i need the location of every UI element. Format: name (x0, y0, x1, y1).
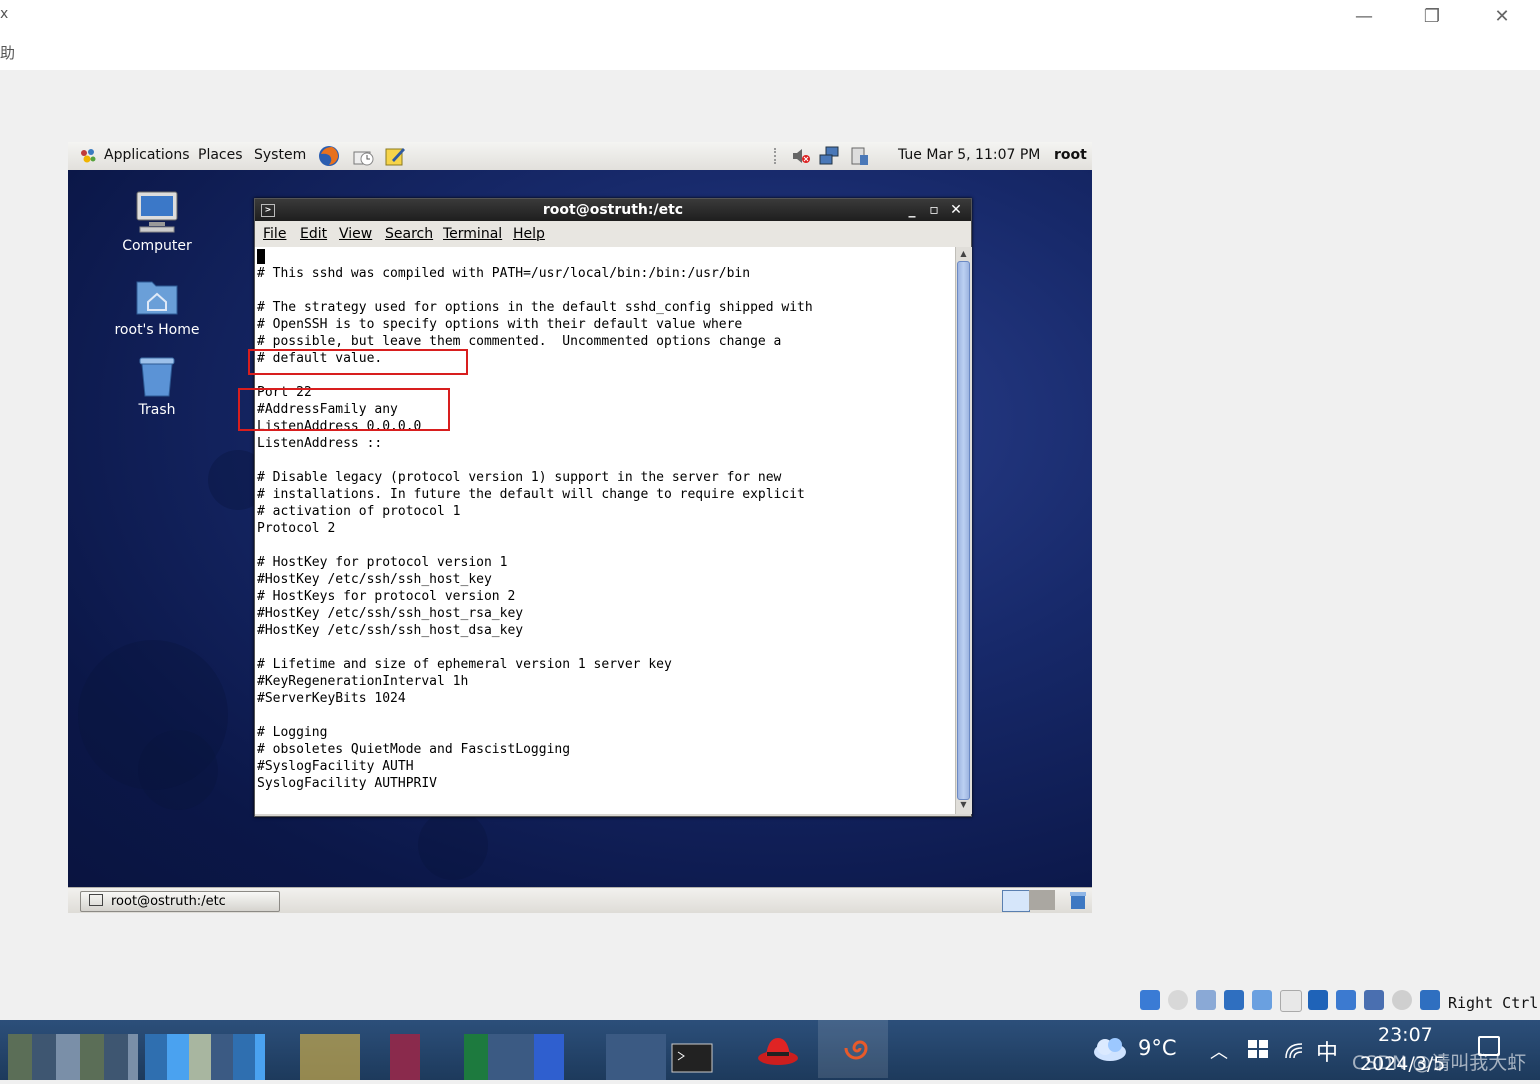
windows-taskbar: 9°C ︿ 中 23:07 2024/3/5 CSDN @请叫我大虾 (0, 1020, 1540, 1080)
pixelated-app-icons[interactable] (606, 1034, 666, 1080)
video-capture-icon[interactable] (1336, 990, 1356, 1010)
taskbar-window-label: root@ostruth:/etc (111, 894, 226, 909)
minimize-icon[interactable]: _ (905, 199, 919, 221)
pixelated-app-icons[interactable] (8, 1034, 138, 1080)
firefox-icon[interactable] (318, 145, 340, 167)
keyboard-capture-icon[interactable] (1420, 990, 1440, 1010)
annotation-box-port (248, 349, 468, 375)
notes-edit-icon[interactable] (384, 145, 406, 167)
home-folder-icon (134, 274, 180, 318)
desktop-icon-home[interactable]: root's Home (107, 274, 207, 338)
text-cursor (257, 249, 265, 268)
terminal-app-icon: > (261, 204, 275, 217)
weather-temp[interactable]: 9°C (1138, 1036, 1177, 1060)
vt-x-icon[interactable] (1364, 990, 1384, 1010)
shared-folders-icon[interactable] (1280, 990, 1302, 1012)
display-icon[interactable] (1308, 990, 1328, 1010)
taskbar-time[interactable]: 23:07 (1378, 1024, 1433, 1046)
host-key-label: Right Ctrl (1448, 994, 1539, 1012)
desktop-icon-trash[interactable]: Trash (107, 354, 207, 418)
host-edge-label: 助 (0, 44, 16, 62)
host-minimize-button[interactable]: — (1344, 6, 1384, 28)
desktop-icon-computer[interactable]: Computer (107, 190, 207, 254)
network-icon[interactable] (818, 145, 840, 167)
desktop-icon-label: root's Home (114, 322, 200, 338)
clipboard-update-icon[interactable] (848, 145, 870, 167)
terminal-icon (89, 894, 103, 906)
terminal-menu-search[interactable]: Search (385, 226, 433, 242)
terminal-menu-help[interactable]: Help (513, 226, 545, 242)
redhat-icon[interactable] (754, 1028, 802, 1072)
vm-screen[interactable]: Applications Places System Tue Mar 5, 11… (68, 142, 1092, 913)
tray-chevron-icon[interactable]: ︿ (1210, 1038, 1228, 1064)
panel-user[interactable]: root (1054, 147, 1087, 163)
maximize-icon[interactable]: ▫ (927, 199, 941, 221)
terminal-menu-file[interactable]: File (263, 226, 286, 242)
annotation-box-listenaddress (238, 388, 450, 431)
menu-places[interactable]: Places (198, 147, 243, 163)
host-window-titlebar: x 助 — ❐ ✕ (0, 0, 1540, 70)
scroll-thumb[interactable] (957, 261, 970, 800)
active-taskbar-item[interactable] (818, 1020, 888, 1078)
pixelated-app-icons[interactable] (300, 1034, 360, 1080)
trash-applet-icon[interactable] (1068, 890, 1088, 910)
optical-drive-icon[interactable] (1168, 990, 1188, 1010)
gnome-bottom-panel: root@ostruth:/etc (68, 887, 1092, 913)
gnome-desktop[interactable]: Computer root's Home Trash > root@ostrut… (68, 170, 1092, 887)
taskbar-window-button[interactable]: root@ostruth:/etc (80, 891, 280, 912)
virtualbox-status-bar: Right Ctrl (1138, 988, 1540, 1018)
trash-icon (134, 354, 180, 398)
terminal-scrollbar[interactable]: ▲ ▼ (955, 247, 972, 814)
terminal-menu-terminal[interactable]: Terminal (443, 226, 502, 242)
volume-muted-icon[interactable] (790, 145, 812, 167)
terminal-titlebar[interactable]: > root@ostruth:/etc _ ▫ ✕ (255, 199, 971, 221)
windows-icon[interactable] (1248, 1038, 1268, 1060)
scroll-up-icon[interactable]: ▲ (958, 249, 969, 259)
panel-separator (774, 148, 780, 164)
mouse-integration-icon[interactable] (1392, 990, 1412, 1010)
ime-indicator[interactable]: 中 (1316, 1035, 1338, 1067)
workspace-1[interactable] (1002, 890, 1030, 912)
terminal-text-area[interactable]: # This sshd was compiled with PATH=/usr/… (255, 247, 955, 814)
gnome-foot-icon[interactable] (78, 146, 98, 166)
wallpaper-bubble (418, 810, 488, 880)
weather-cloud-icon[interactable] (1090, 1034, 1130, 1064)
wallpaper-bubble (138, 730, 218, 810)
menu-system[interactable]: System (254, 147, 306, 163)
pixelated-app-icons[interactable] (390, 1034, 420, 1080)
pixelated-app-icons[interactable] (464, 1034, 564, 1080)
terminal-window[interactable]: > root@ostruth:/etc _ ▫ ✕ File Edit View… (254, 198, 972, 817)
computer-icon (134, 190, 180, 234)
wifi-icon[interactable] (1284, 1040, 1306, 1060)
sshd-config-text[interactable]: # This sshd was compiled with PATH=/usr/… (255, 248, 955, 792)
terminal-menu-edit[interactable]: Edit (300, 226, 327, 242)
mail-clock-icon[interactable] (352, 145, 374, 167)
usb-icon[interactable] (1252, 990, 1272, 1010)
terminal-app-icon[interactable] (666, 1034, 718, 1080)
notification-icon[interactable] (1478, 1036, 1500, 1056)
host-edge-label: x (0, 6, 9, 22)
menu-applications[interactable]: Applications (104, 147, 190, 163)
watermark: CSDN @请叫我大虾 (1352, 1052, 1527, 1074)
desktop-icon-label: Trash (138, 402, 176, 418)
audio-icon[interactable] (1196, 990, 1216, 1010)
pixelated-app-icons[interactable] (145, 1034, 265, 1080)
hdd-activity-icon[interactable] (1140, 990, 1160, 1010)
close-icon[interactable]: ✕ (949, 199, 963, 221)
desktop-icon-label: Computer (122, 238, 192, 254)
network-adapter-icon[interactable] (1224, 990, 1244, 1010)
workspace-2[interactable] (1029, 890, 1055, 910)
terminal-menu-view[interactable]: View (339, 226, 372, 242)
panel-clock[interactable]: Tue Mar 5, 11:07 PM (898, 147, 1040, 163)
gnome-top-panel: Applications Places System Tue Mar 5, 11… (68, 142, 1092, 171)
host-restore-button[interactable]: ❐ (1412, 6, 1452, 28)
terminal-menubar: File Edit View Search Terminal Help (255, 221, 971, 248)
host-close-button[interactable]: ✕ (1482, 6, 1522, 28)
terminal-title: root@ostruth:/etc (542, 202, 684, 218)
scroll-down-icon[interactable]: ▼ (958, 800, 969, 810)
